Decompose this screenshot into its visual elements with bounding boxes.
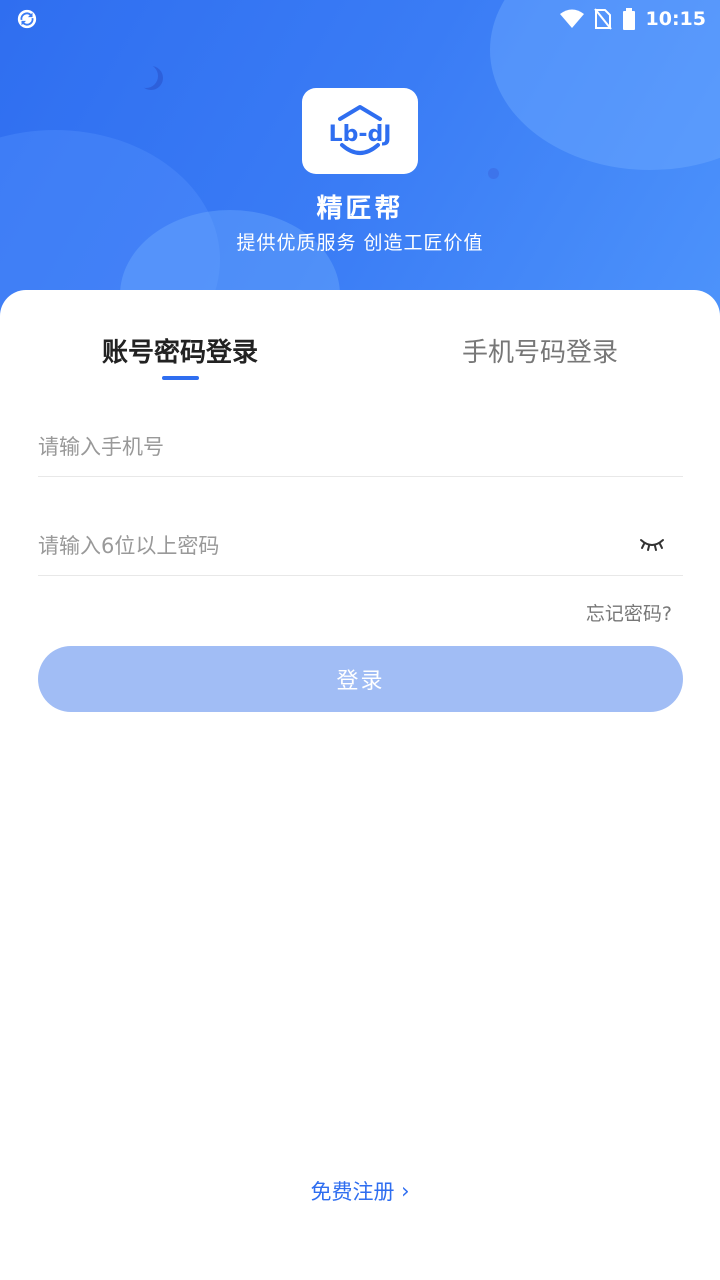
status-bar: 10:15	[0, 0, 720, 38]
eye-closed-icon[interactable]	[639, 536, 665, 554]
logo-icon: Lb-dJ	[329, 105, 392, 155]
decor-dot	[488, 168, 499, 179]
tab-indicator	[162, 376, 199, 380]
login-card: 账号密码登录 手机号码登录 忘记密码? 登录 免费注册 ›	[0, 290, 720, 1280]
chevron-right-icon: ›	[401, 1179, 410, 1203]
sync-icon	[17, 9, 37, 29]
app-name: 精匠帮	[316, 194, 404, 224]
register-link[interactable]: 免费注册 ›	[0, 1176, 720, 1206]
logo-text: Lb-dJ	[329, 122, 392, 147]
decor-crescent	[134, 64, 158, 88]
password-field	[38, 516, 683, 576]
wifi-icon	[559, 9, 584, 28]
register-label: 免费注册	[310, 1180, 395, 1204]
status-time: 10:15	[645, 8, 706, 30]
phone-input[interactable]	[38, 417, 683, 476]
tab-account-login[interactable]: 账号密码登录	[0, 332, 360, 369]
forgot-password-link[interactable]: 忘记密码?	[586, 599, 672, 626]
login-button[interactable]: 登录	[38, 646, 683, 712]
battery-icon	[622, 8, 635, 30]
no-sim-icon	[593, 8, 612, 30]
header-banner: 10:15 Lb-dJ 精匠帮 提供优质服务 创造工匠价值	[0, 0, 720, 330]
password-input[interactable]	[38, 516, 683, 575]
phone-field	[38, 417, 683, 477]
app-logo: Lb-dJ	[302, 88, 418, 174]
app-slogan: 提供优质服务 创造工匠价值	[236, 232, 484, 254]
tab-phone-login[interactable]: 手机号码登录	[360, 332, 720, 369]
